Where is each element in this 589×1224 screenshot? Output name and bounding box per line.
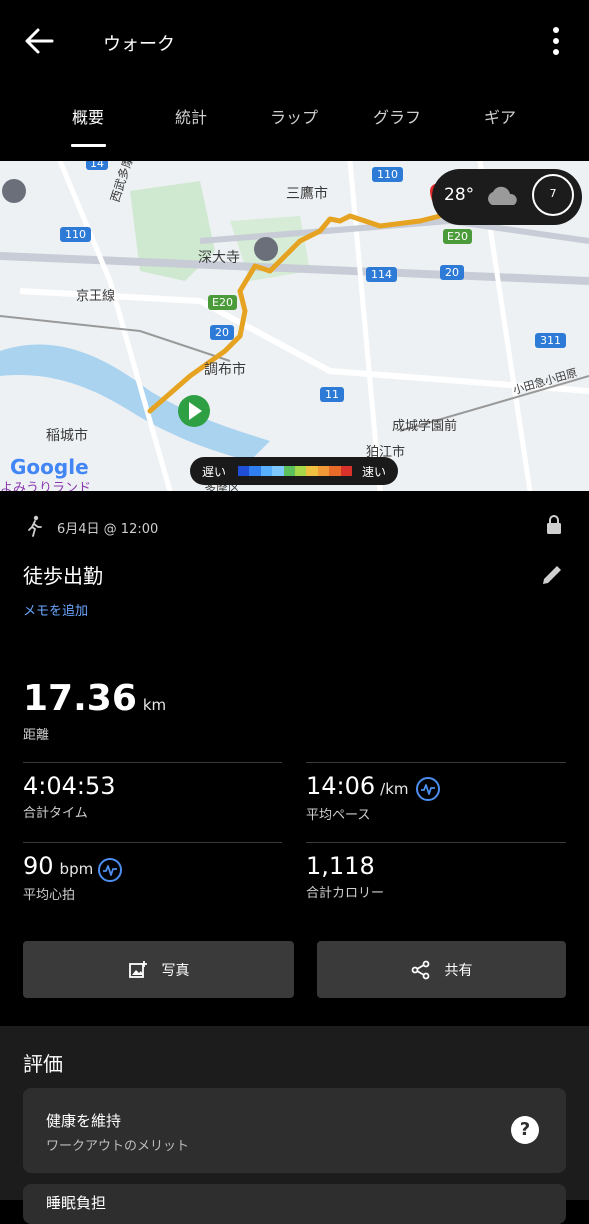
workout-name: 徒歩出勤 (23, 564, 103, 588)
avg-hr-value: 90 (23, 852, 54, 880)
active-tab-indicator (71, 144, 106, 147)
road-badge: 20 (210, 325, 234, 340)
legend-segment (340, 466, 353, 476)
evaluation-card-health[interactable]: 健康を維持 ワークアウトのメリット ? (23, 1088, 566, 1173)
avg-pace-value: 14:06 (306, 772, 376, 800)
avg-hr-unit: bpm (59, 860, 94, 878)
legend-segment (317, 466, 330, 476)
edit-pencil-icon[interactable] (539, 562, 565, 588)
distance-unit: km (142, 696, 167, 714)
calories-label: 合計カロリー (306, 886, 385, 901)
avg-pace-unit: /km (380, 780, 409, 798)
photo-button-label: 写真 (161, 962, 190, 979)
road-badge: 114 (366, 267, 397, 282)
back-arrow-icon[interactable] (22, 24, 56, 58)
wind-speed: 7 (549, 187, 557, 200)
legend-segment (295, 466, 307, 476)
heart-rate-graph-icon[interactable] (98, 858, 122, 882)
avg-hr-block: 90 bpm (23, 852, 93, 880)
distance-block: 17.36 km (23, 678, 166, 719)
add-photo-icon (128, 960, 147, 978)
legend-fast: 速い (362, 465, 387, 479)
divider (23, 842, 282, 843)
card-title: 健康を維持 (46, 1112, 122, 1130)
workout-date: 6月4日 @ 12:00 (57, 522, 159, 537)
speed-legend: 遅い 速い (190, 457, 398, 485)
avg-pace-label: 平均ペース (306, 808, 371, 823)
tab-laps[interactable]: ラップ (244, 104, 344, 128)
legend-segment (329, 466, 341, 476)
road-badge: 11 (320, 387, 344, 402)
card-subtitle: ワークアウトのメリット (46, 1139, 190, 1154)
page-title: ウォーク (103, 34, 175, 55)
evaluation-section: 評価 健康を維持 ワークアウトのメリット ? 睡眠負担 (0, 1026, 589, 1224)
divider (306, 762, 566, 763)
calories-value: 1,118 (306, 852, 375, 880)
walk-icon (28, 515, 42, 537)
evaluation-card-sleep[interactable]: 睡眠負担 (23, 1184, 566, 1224)
map-label: 成城学園前 (392, 419, 458, 434)
legend-slow: 遅い (202, 465, 227, 479)
more-options-icon[interactable] (544, 24, 568, 58)
road-badge: 20 (440, 265, 464, 280)
lock-icon[interactable] (545, 514, 563, 536)
legend-segment (306, 466, 318, 476)
legend-segment (260, 466, 273, 476)
legend-bar (238, 466, 353, 476)
road-badge: 14 (86, 161, 108, 170)
divider (306, 842, 566, 843)
legend-segment (272, 466, 284, 476)
total-time-label: 合計タイム (23, 806, 88, 821)
add-memo-link[interactable]: メモを追加 (23, 600, 88, 619)
map-label: 京王線 (76, 289, 116, 304)
total-time-value: 4:04:53 (23, 772, 116, 800)
distance-label: 距離 (23, 728, 50, 743)
road-badge: 110 (372, 167, 403, 182)
legend-segment (249, 466, 261, 476)
map-label: 調布市 (204, 362, 246, 378)
map-label: 深大寺 (198, 250, 240, 266)
road-badge: E20 (208, 295, 237, 310)
google-logo: Google (10, 455, 89, 479)
cloud-icon (488, 186, 517, 205)
photo-button[interactable]: 写真 (23, 941, 294, 998)
road-badge: 311 (535, 333, 566, 348)
road-badge: 110 (60, 227, 91, 242)
tab-gear[interactable]: ギア (450, 104, 550, 128)
tab-stats[interactable]: 統計 (141, 104, 241, 128)
avg-hr-label: 平均心拍 (23, 888, 76, 903)
divider (23, 762, 282, 763)
share-icon (411, 960, 429, 979)
card-title: 睡眠負担 (46, 1194, 107, 1212)
map-label: よみうりランド (0, 481, 92, 491)
tab-overview[interactable]: 概要 (38, 104, 138, 128)
weather-chip[interactable]: 28° 7 (432, 169, 582, 225)
avg-pace-block: 14:06 /km (306, 772, 409, 800)
tab-graph[interactable]: グラフ (347, 104, 447, 128)
route-map[interactable]: 14 110 110 E20 E20 20 20 114 11 311 三鷹市 … (0, 161, 589, 491)
share-button[interactable]: 共有 (317, 941, 566, 998)
map-label: 稲城市 (46, 428, 88, 444)
distance-value: 17.36 (23, 678, 137, 719)
legend-segment (238, 466, 250, 476)
wind-dial: 7 (532, 174, 574, 216)
evaluation-title: 評価 (23, 1052, 63, 1076)
road-badge: E20 (443, 229, 472, 244)
temperature: 28° (444, 185, 475, 205)
share-button-label: 共有 (444, 962, 473, 979)
legend-segment (283, 466, 296, 476)
map-label: 三鷹市 (286, 186, 328, 202)
help-icon[interactable]: ? (511, 1116, 539, 1144)
pace-graph-icon[interactable] (416, 777, 440, 801)
